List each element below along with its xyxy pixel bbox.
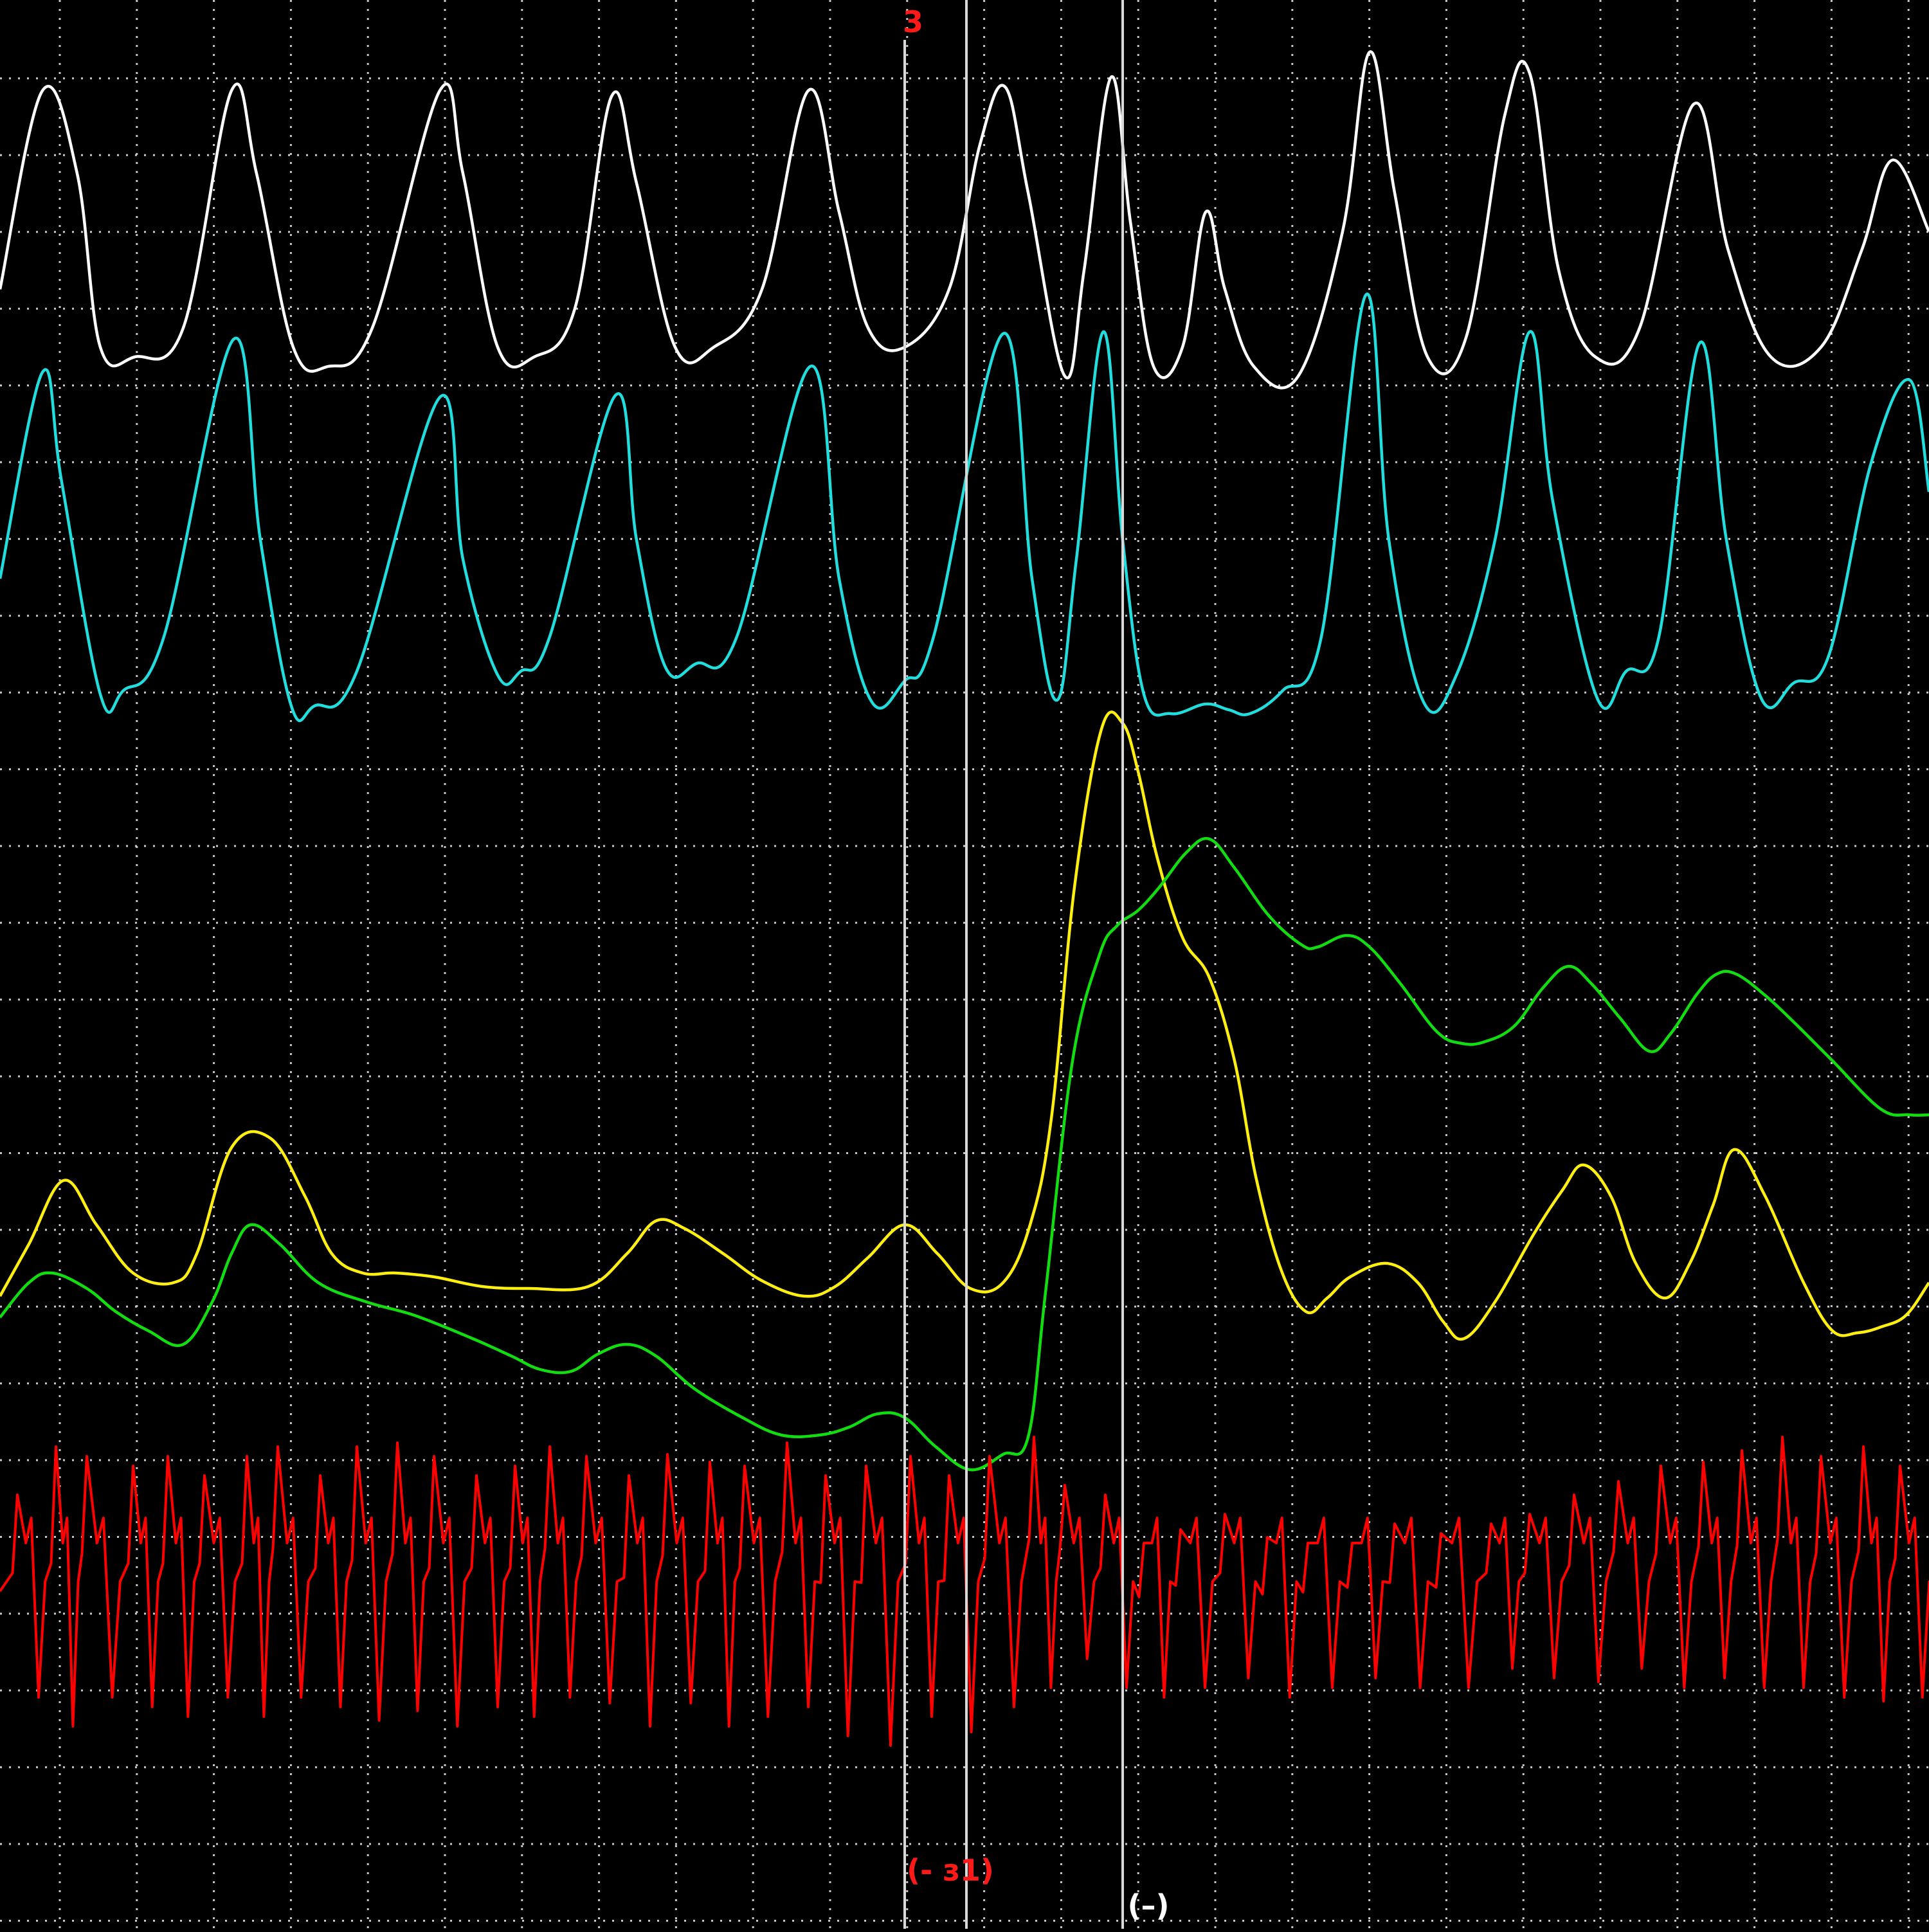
marker-3-label: 3: [903, 5, 923, 39]
chart-panel: 3 (- з1) (–): [0, 0, 1929, 1929]
marker-dash-label: (–): [1127, 1888, 1169, 1923]
marker-z1-label: (- з1): [907, 1853, 994, 1888]
waveform-chart: 3 (- з1) (–): [0, 0, 1929, 1929]
